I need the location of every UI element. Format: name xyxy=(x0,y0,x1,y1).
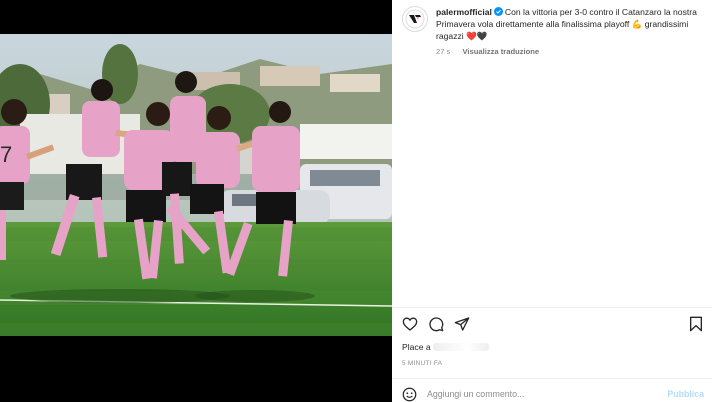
emoji-icon[interactable] xyxy=(402,387,417,402)
translate-link[interactable]: Visualizza traduzione xyxy=(462,47,539,56)
instagram-post: 7 palermofficial Con la vittoria per 3-0… xyxy=(0,0,712,402)
post-media[interactable]: 7 xyxy=(0,0,392,402)
time-ago: 27 s xyxy=(436,47,451,56)
post-sidebar: palermofficial Con la vittoria per 3-0 co… xyxy=(392,0,712,402)
avatar[interactable] xyxy=(402,6,428,32)
action-bar xyxy=(402,316,704,332)
svg-text:7: 7 xyxy=(0,142,12,167)
likes-summary[interactable]: Place a xyxy=(402,342,489,352)
comment-icon[interactable] xyxy=(428,316,444,332)
username-link[interactable]: palermofficial xyxy=(436,7,492,17)
comment-input[interactable] xyxy=(427,389,647,399)
publish-button[interactable]: Pubblica xyxy=(667,389,704,399)
heart-icon[interactable] xyxy=(402,316,418,332)
comment-row: Pubblica xyxy=(402,386,704,402)
post-photo: 7 xyxy=(0,34,392,336)
redacted-username xyxy=(432,343,489,351)
share-icon[interactable] xyxy=(454,316,470,332)
caption-meta: 27 s Visualizza traduzione xyxy=(436,46,704,58)
divider xyxy=(392,307,712,308)
palermo-logo-icon xyxy=(405,9,425,29)
posted-ago: 5 MINUTI FA xyxy=(402,360,443,367)
caption-body: palermofficial Con la vittoria per 3-0 co… xyxy=(436,6,704,58)
caption-row: palermofficial Con la vittoria per 3-0 co… xyxy=(402,6,704,58)
likes-prefix: Place a xyxy=(402,342,431,352)
verified-badge-icon xyxy=(493,7,503,16)
bookmark-icon[interactable] xyxy=(688,316,704,332)
comment-divider xyxy=(392,378,712,379)
